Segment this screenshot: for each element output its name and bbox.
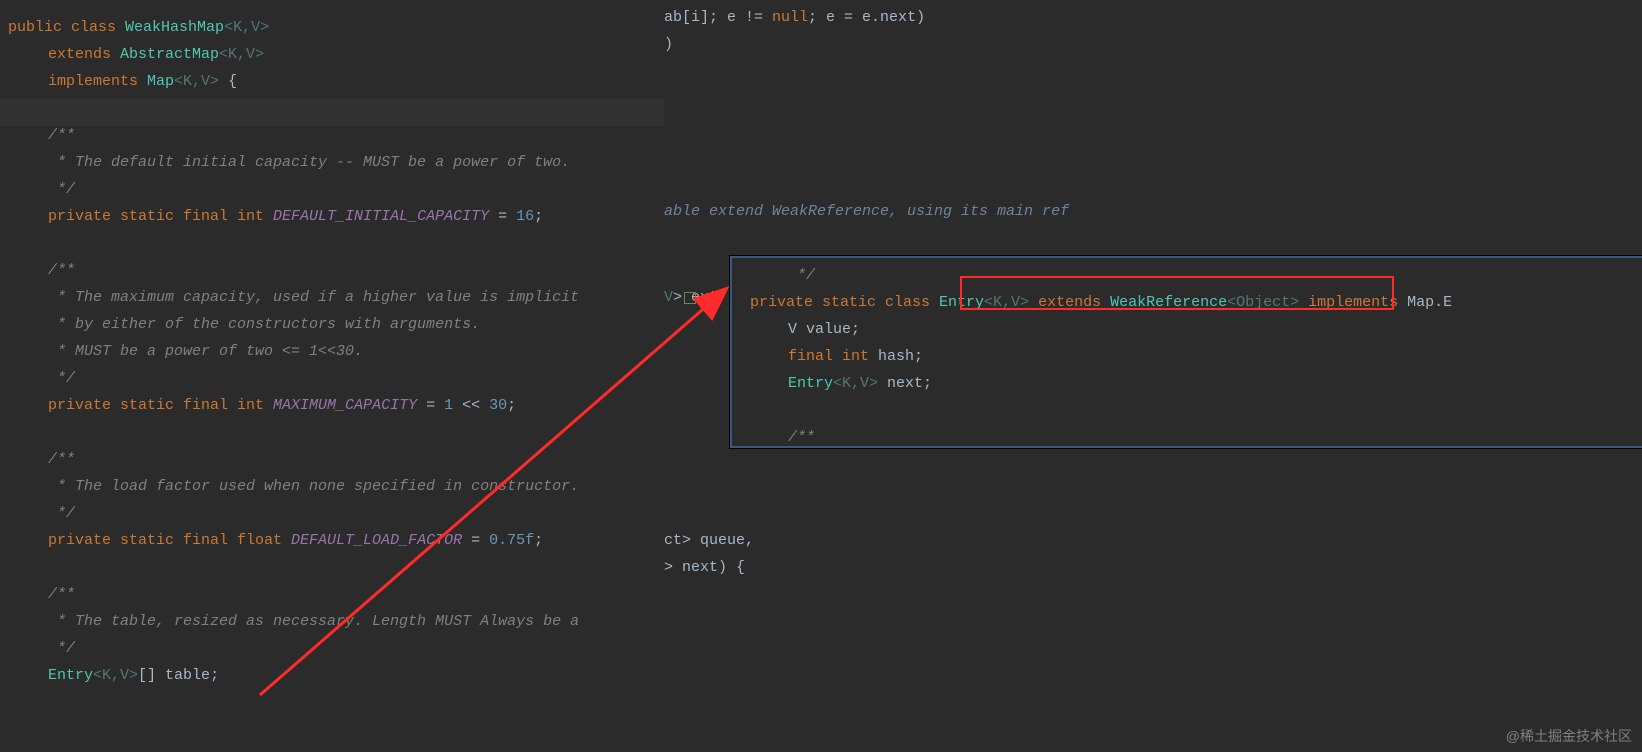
comment-line[interactable]: */ xyxy=(48,500,75,527)
comment-line[interactable]: /** xyxy=(48,581,75,608)
class-name: WeakHashMap xyxy=(125,19,224,36)
comment-line[interactable]: able extend WeakReference, using its mai… xyxy=(664,198,1069,225)
assign: = xyxy=(462,532,489,549)
kw-public: public xyxy=(8,19,71,36)
generics: <K,V> xyxy=(224,19,269,36)
comment-line[interactable]: * by either of the constructors with arg… xyxy=(48,311,480,338)
semicolon: ; xyxy=(210,667,219,684)
code-line[interactable]: ab[i]; e != null; e = e.next) xyxy=(664,4,925,31)
quick-definition-popup[interactable]: */ private static class Entry<K,V> exten… xyxy=(730,256,1642,448)
assign: = xyxy=(489,208,516,225)
code-line[interactable]: private static final int MAXIMUM_CAPACIT… xyxy=(48,392,516,419)
generics: <K,V> xyxy=(174,73,219,90)
code-line[interactable]: Entry<K,V>[] table; xyxy=(48,662,219,689)
kw-private-static-class: private static class xyxy=(750,294,939,311)
code-line[interactable]: private static final int DEFAULT_INITIAL… xyxy=(48,203,543,230)
number: 0.75f xyxy=(489,532,534,549)
comment-line[interactable]: */ xyxy=(48,176,75,203)
type-weakreference: WeakReference xyxy=(1110,294,1227,311)
semicolon: ; xyxy=(534,532,543,549)
code-editor[interactable]: public class WeakHashMap<K,V> extends Ab… xyxy=(0,0,1642,752)
kw-implements: implements xyxy=(1299,294,1407,311)
comment-line[interactable]: * The table, resized as necessary. Lengt… xyxy=(48,608,579,635)
assign: = xyxy=(417,397,444,414)
code-line[interactable]: public class WeakHashMap<K,V> xyxy=(8,14,269,41)
semicolon: ; xyxy=(534,208,543,225)
comment-line[interactable]: * MUST be a power of two <= 1<<30. xyxy=(48,338,363,365)
brace: { xyxy=(219,73,237,90)
array-brackets: [] xyxy=(138,667,165,684)
kw-null: null xyxy=(772,9,808,26)
type-abstractmap: AbstractMap xyxy=(120,46,219,63)
kw-final-int: final int xyxy=(788,348,878,365)
code-line[interactable]: implements Map<K,V> { xyxy=(48,68,237,95)
number: 1 xyxy=(444,397,453,414)
generics: <K,V> xyxy=(219,46,264,63)
popup-code-line: final int hash; xyxy=(788,343,923,370)
comment-line[interactable]: * The load factor used when none specifi… xyxy=(48,473,579,500)
code-text: ; e = e.next) xyxy=(808,9,925,26)
kw-implements: implements xyxy=(48,73,147,90)
field-name: DEFAULT_INITIAL_CAPACITY xyxy=(273,208,489,225)
operator: << xyxy=(453,397,489,414)
code-line[interactable]: > next) { xyxy=(664,554,745,581)
field-name: table xyxy=(165,667,210,684)
generics: <K,V> xyxy=(984,294,1029,311)
comment-line[interactable]: * The default initial capacity -- MUST b… xyxy=(48,149,570,176)
kw-class: class xyxy=(71,19,125,36)
modifiers: private static final int xyxy=(48,397,273,414)
code-line[interactable]: private static final float DEFAULT_LOAD_… xyxy=(48,527,543,554)
type-map: Map xyxy=(147,73,174,90)
kw-extends: extends xyxy=(48,46,120,63)
popup-code-line: Entry<K,V> next; xyxy=(788,370,932,397)
number: 30 xyxy=(489,397,507,414)
code-text: ab[i]; e != xyxy=(664,9,772,26)
watermark: @稀土掘金技术社区 xyxy=(1506,726,1632,746)
comment-line[interactable]: /** xyxy=(48,122,75,149)
kw-extends: extends xyxy=(1029,294,1110,311)
comment-line[interactable]: /** xyxy=(48,257,75,284)
type-entry: Entry xyxy=(788,375,833,392)
comment-line[interactable]: /** xyxy=(48,446,75,473)
code-line[interactable]: ) xyxy=(664,31,673,58)
popup-comment: */ xyxy=(788,262,815,289)
modifiers: private static final float xyxy=(48,532,291,549)
semicolon: ; xyxy=(507,397,516,414)
field-name: DEFAULT_LOAD_FACTOR xyxy=(291,532,462,549)
semicolon: ; xyxy=(914,348,923,365)
popup-code-line: V value; xyxy=(788,316,860,343)
generics: <K,V> xyxy=(833,375,878,392)
generic-v: V xyxy=(664,289,673,306)
code-line[interactable]: extends AbstractMap<K,V> xyxy=(48,41,264,68)
type-entry: Entry xyxy=(939,294,984,311)
method-gutter-icon[interactable] xyxy=(684,292,696,304)
comment-line[interactable]: * The maximum capacity, used if a higher… xyxy=(48,284,579,311)
type-map-entry: Map.E xyxy=(1407,294,1452,311)
comment-line[interactable]: */ xyxy=(48,365,75,392)
number: 16 xyxy=(516,208,534,225)
popup-code-line: private static class Entry<K,V> extends … xyxy=(750,289,1452,316)
code-line[interactable]: ct> queue, xyxy=(664,527,754,554)
field-hash: hash xyxy=(878,348,914,365)
field-next: next; xyxy=(878,375,932,392)
type-entry: Entry xyxy=(48,667,93,684)
popup-comment: /** xyxy=(788,424,815,451)
current-line-highlight xyxy=(0,99,664,126)
modifiers: private static final int xyxy=(48,208,273,225)
generics-object: <Object> xyxy=(1227,294,1299,311)
field-name: MAXIMUM_CAPACITY xyxy=(273,397,417,414)
comment-line[interactable]: */ xyxy=(48,635,75,662)
generics: <K,V> xyxy=(93,667,138,684)
